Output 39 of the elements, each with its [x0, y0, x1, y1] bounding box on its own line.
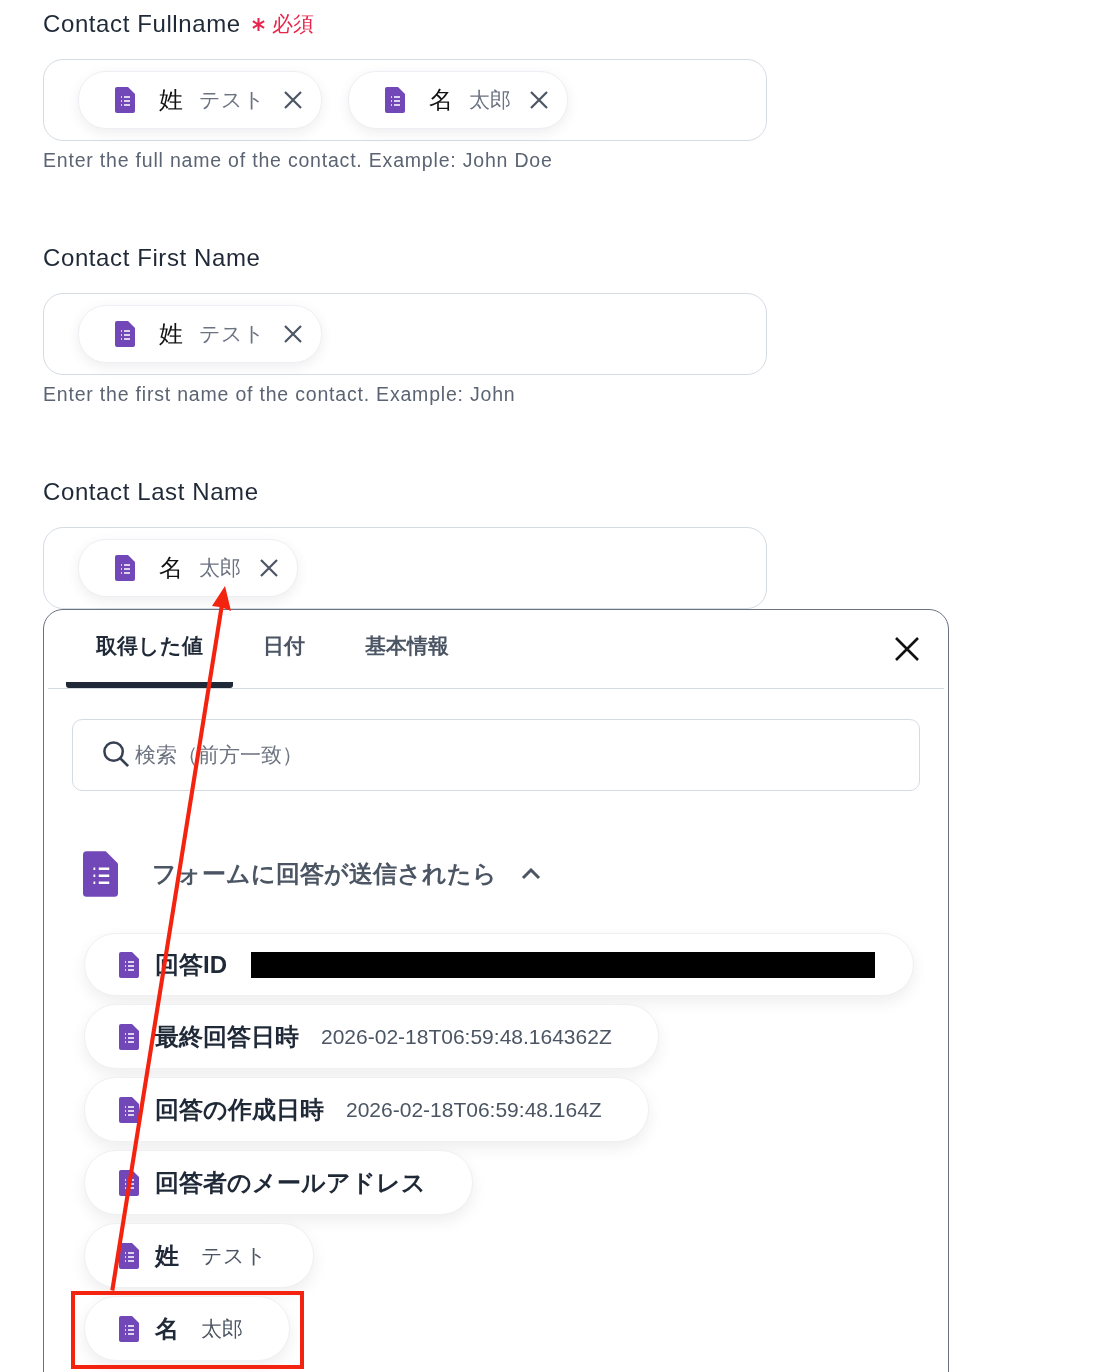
variable-item[interactable]: 最終回答日時 2026-02-18T06:59:48.164362Z	[84, 1004, 659, 1069]
field-label: Contact Fullname	[43, 10, 241, 38]
form-doc-icon	[119, 1242, 139, 1269]
input-field[interactable]: 名 太郎	[43, 527, 767, 609]
remove-icon[interactable]	[283, 324, 303, 344]
form-doc-icon	[385, 87, 405, 113]
form-doc-icon	[83, 851, 118, 897]
form-doc-icon	[119, 951, 139, 978]
remove-icon[interactable]	[283, 90, 303, 110]
variable-chip[interactable]: 姓 テスト	[78, 305, 322, 363]
field-hint: Enter the first name of the contact. Example: John	[43, 383, 517, 406]
variable-chip[interactable]: 姓 テスト	[78, 71, 322, 129]
variable-item[interactable]: 回答の作成日時 2026-02-18T06:59:48.164Z	[84, 1077, 649, 1142]
variable-chip[interactable]: 名 太郎	[348, 71, 568, 129]
form-doc-icon	[119, 1096, 139, 1123]
tab[interactable]: 基本情報	[335, 610, 479, 688]
field-hint: Enter the full name of the contact. Example: John Doe	[43, 149, 554, 172]
form-doc-icon	[115, 87, 135, 113]
remove-icon[interactable]	[259, 558, 279, 578]
search-field[interactable]: 検索（前方一致）	[72, 719, 920, 791]
group-title[interactable]: フォームに回答が送信されたら	[152, 858, 497, 890]
form-doc-icon	[115, 321, 135, 347]
required-label: 必須	[271, 11, 314, 37]
field-label: Contact Last Name	[43, 478, 259, 506]
search-icon	[102, 740, 131, 769]
field-label: Contact First Name	[43, 244, 261, 272]
variable-item[interactable]: 姓 テスト	[84, 1223, 314, 1288]
variable-item[interactable]: 名 太郎	[84, 1296, 290, 1361]
close-icon[interactable]	[894, 636, 920, 662]
input-field[interactable]: 姓 テスト 名 太郎	[43, 59, 767, 141]
form-doc-icon	[119, 1023, 139, 1050]
chevron-icon[interactable]	[521, 868, 541, 880]
variable-chip[interactable]: 名 太郎	[78, 539, 298, 597]
input-field[interactable]: 姓 テスト	[43, 293, 767, 375]
tab[interactable]: 日付	[233, 610, 335, 688]
remove-icon[interactable]	[529, 90, 549, 110]
form-doc-icon	[119, 1315, 139, 1342]
form-doc-icon	[115, 555, 135, 581]
variable-item[interactable]: 回答者のメールアドレス	[84, 1150, 473, 1215]
